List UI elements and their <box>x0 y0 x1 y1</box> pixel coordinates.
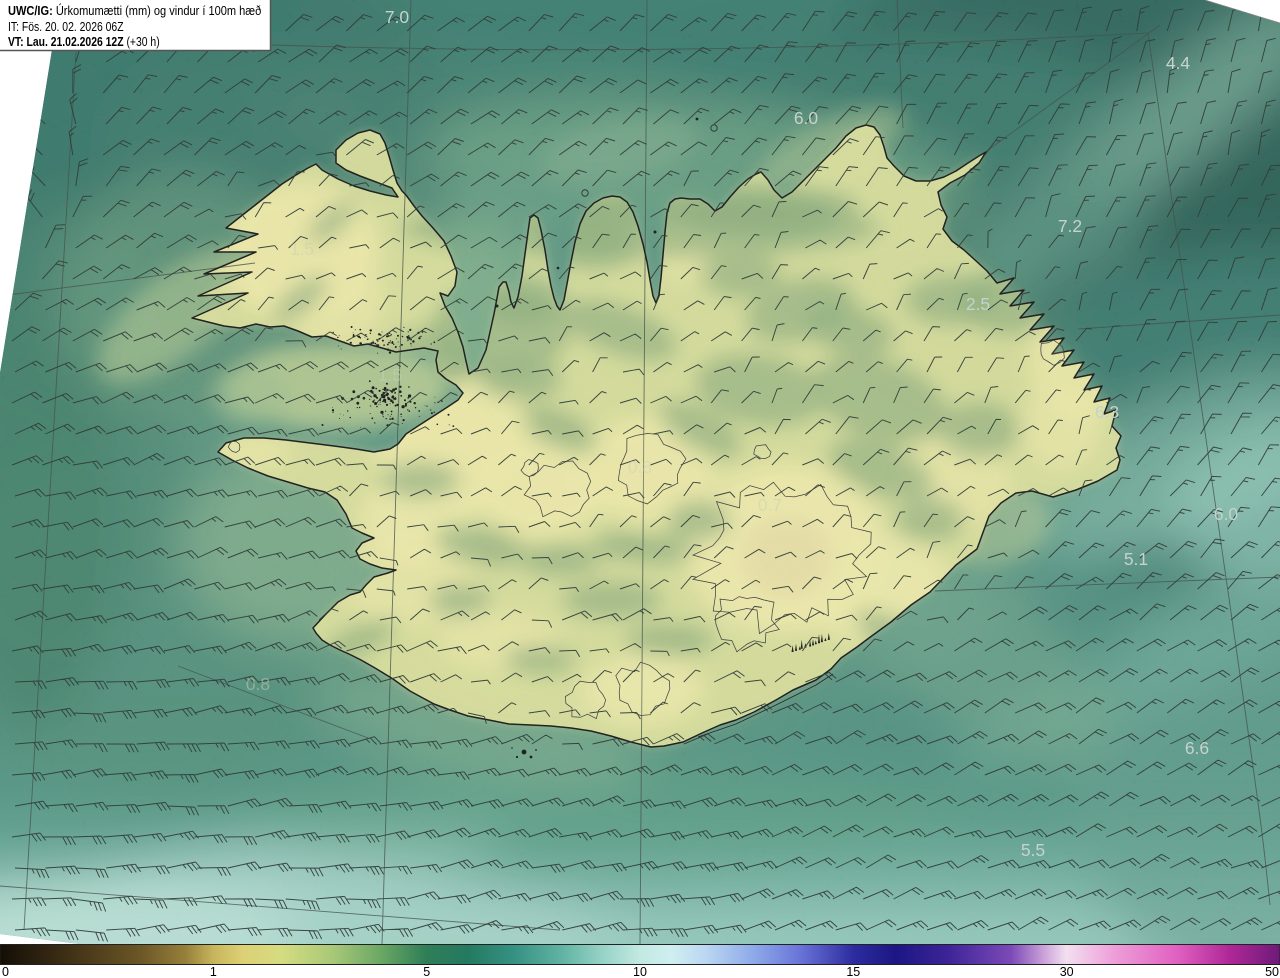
svg-text:UWC/IG: Úrkomumætti (mm) og vi: UWC/IG: Úrkomumætti (mm) og vindur í 100… <box>8 2 262 18</box>
svg-text:5: 5 <box>423 965 430 978</box>
svg-text:VT: Lau. 21.02.2026 12Z (+30 h: VT: Lau. 21.02.2026 12Z (+30 h) <box>8 35 160 49</box>
svg-text:50: 50 <box>1265 965 1279 978</box>
svg-text:0: 0 <box>2 965 9 978</box>
svg-text:15: 15 <box>846 965 860 978</box>
svg-text:30: 30 <box>1060 965 1074 978</box>
svg-text:IT: Fös. 20. 02. 2026 06Z: IT: Fös. 20. 02. 2026 06Z <box>8 20 124 34</box>
svg-text:1: 1 <box>210 965 217 978</box>
svg-text:10: 10 <box>633 965 647 978</box>
